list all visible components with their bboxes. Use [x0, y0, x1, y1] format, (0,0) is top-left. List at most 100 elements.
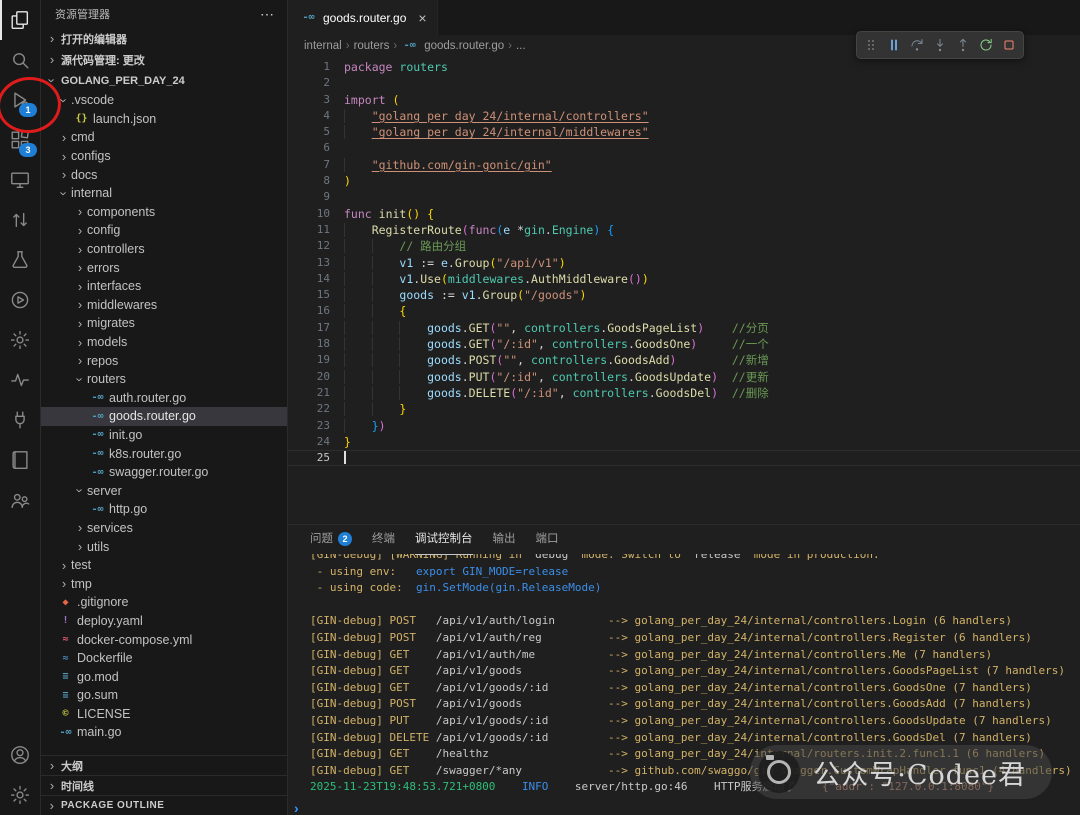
activity-gear-code-button[interactable] [0, 320, 40, 360]
code-token: goods [427, 353, 462, 368]
panel-tab-ports[interactable]: 端口 [536, 525, 559, 555]
activity-plug-button[interactable] [0, 400, 40, 440]
activity-pulse-button[interactable] [0, 360, 40, 400]
folder-routers[interactable]: › routers [41, 370, 287, 389]
activity-test-beaker-button[interactable] [0, 240, 40, 280]
line-number: 4 [323, 108, 330, 122]
breadcrumb-item[interactable]: routers [354, 40, 390, 52]
code-token: GoodsDel [655, 385, 712, 400]
debug-stop-button[interactable] [998, 34, 1020, 56]
folder-utils[interactable]: › utils [41, 537, 287, 556]
file-main.go[interactable]: -∞ main.go [41, 723, 287, 742]
folder-server[interactable]: › server [41, 481, 287, 500]
tab-goods-router-go[interactable]: -∞ goods.router.go × [288, 0, 438, 35]
folder-test[interactable]: › test [41, 556, 287, 575]
code-token: init [378, 206, 407, 221]
panel-tab-debug-console[interactable]: 调试控制台 [415, 525, 473, 555]
activity-extensions-button[interactable]: 3 [0, 120, 40, 160]
activity-settings-button[interactable] [0, 775, 40, 815]
section-open-editors[interactable]: › 打开的编辑器 [41, 28, 287, 49]
tree-item-label: controllers [87, 242, 145, 257]
breadcrumb-item[interactable]: internal [304, 40, 342, 52]
file-launch.json[interactable]: {} launch.json [41, 110, 287, 129]
chevron-down-icon: › [56, 191, 72, 196]
line-number: 16 [316, 304, 330, 318]
code-token: ( [392, 92, 400, 107]
debug-console-input[interactable]: › [294, 801, 299, 815]
folder-repos[interactable]: › repos [41, 351, 287, 370]
debug-restart-button[interactable] [975, 34, 997, 56]
activity-run-debug-button[interactable]: 1 [0, 80, 40, 120]
activity-account-button[interactable] [0, 735, 40, 775]
debug-grip-button[interactable] [860, 34, 882, 56]
section-outline[interactable]: › 大纲 [41, 755, 287, 775]
breadcrumb-item[interactable]: -∞ goods.router.go [401, 40, 504, 52]
folder-errors[interactable]: › errors [41, 258, 287, 277]
line-number: 25 [316, 451, 330, 465]
folder-controllers[interactable]: › controllers [41, 240, 287, 259]
section-project-root[interactable]: › GOLANG_PER_DAY_24 [41, 70, 287, 91]
code-line-text: goods.PUT("/:id", controllers.GoodsUpdat… [344, 369, 1080, 385]
folder-.vscode[interactable]: › .vscode [41, 91, 287, 110]
activity-book-button[interactable] [0, 440, 40, 480]
file-swagger.router.go[interactable]: -∞ swagger.router.go [41, 463, 287, 482]
file-k8s.router.go[interactable]: -∞ k8s.router.go [41, 444, 287, 463]
folder-docs[interactable]: › docs [41, 165, 287, 184]
activity-play-circle-button[interactable] [0, 280, 40, 320]
file-go.sum[interactable]: ≡ go.sum [41, 686, 287, 705]
folder-cmd[interactable]: › cmd [41, 128, 287, 147]
debug-step-over-button[interactable] [906, 34, 928, 56]
activity-remote-button[interactable] [0, 160, 40, 200]
folder-migrates[interactable]: › migrates [41, 314, 287, 333]
folder-middlewares[interactable]: › middlewares [41, 296, 287, 315]
file-auth.router.go[interactable]: -∞ auth.router.go [41, 389, 287, 408]
folder-interfaces[interactable]: › interfaces [41, 277, 287, 296]
file-go.mod[interactable]: ≡ go.mod [41, 667, 287, 686]
file-.gitignore[interactable]: ◆ .gitignore [41, 593, 287, 612]
section-package-outline[interactable]: › PACKAGE OUTLINE [41, 795, 287, 815]
file-Dockerfile[interactable]: ≈ Dockerfile [41, 649, 287, 668]
vscode-window: 13 资源管理器 ⋯ › 打开的编辑器 › 源代码管理: 更改 › GOLANG… [0, 0, 1080, 815]
code-token: [GIN-debug] [WARNING] Running in [310, 554, 529, 561]
file-http.go[interactable]: -∞ http.go [41, 500, 287, 519]
folder-services[interactable]: › services [41, 519, 287, 538]
folder-config[interactable]: › config [41, 221, 287, 240]
activity-sync-button[interactable] [0, 200, 40, 240]
debug-step-out-button[interactable] [952, 34, 974, 56]
line-number: 22 [316, 402, 330, 416]
section-source-control-changes[interactable]: › 源代码管理: 更改 [41, 49, 287, 70]
debug-step-into-button[interactable] [929, 34, 951, 56]
debug-pause-button[interactable] [883, 34, 905, 56]
folder-configs[interactable]: › configs [41, 147, 287, 166]
section-timeline[interactable]: › 时间线 [41, 775, 287, 795]
breadcrumb-item[interactable]: ... [516, 40, 526, 52]
code-token: controllers [572, 385, 649, 400]
folder-models[interactable]: › models [41, 333, 287, 352]
file-docker-compose.yml[interactable]: ≈ docker-compose.yml [41, 630, 287, 649]
folder-internal[interactable]: › internal [41, 184, 287, 203]
panel-tab-terminal[interactable]: 终端 [372, 525, 395, 555]
activity-search-button[interactable] [0, 40, 40, 80]
tree-item-label: middlewares [87, 297, 158, 312]
panel-tab-problems[interactable]: 问题 2 [310, 525, 352, 555]
file-deploy.yaml[interactable]: ! deploy.yaml [41, 612, 287, 631]
panel-tab-output[interactable]: 输出 [493, 525, 516, 555]
file-goods.router.go[interactable]: -∞ goods.router.go [41, 407, 287, 426]
file-init.go[interactable]: -∞ init.go [41, 426, 287, 445]
code-token: "/:id" [496, 337, 538, 352]
folder-components[interactable]: › components [41, 203, 287, 222]
close-icon[interactable]: × [418, 10, 426, 26]
activity-explorer-button[interactable] [0, 0, 40, 40]
folder-tmp[interactable]: › tmp [41, 574, 287, 593]
git-file-icon: ◆ [62, 596, 69, 608]
line-number: 9 [323, 190, 330, 204]
activity-community-button[interactable] [0, 480, 40, 520]
line-number: 5 [323, 125, 330, 139]
code-editor[interactable]: 1 package routers 2 3 import (4 "golang_per_… [288, 56, 1080, 524]
more-actions-icon[interactable]: ⋯ [260, 6, 275, 23]
file-LICENSE[interactable]: © LICENSE [41, 705, 287, 724]
